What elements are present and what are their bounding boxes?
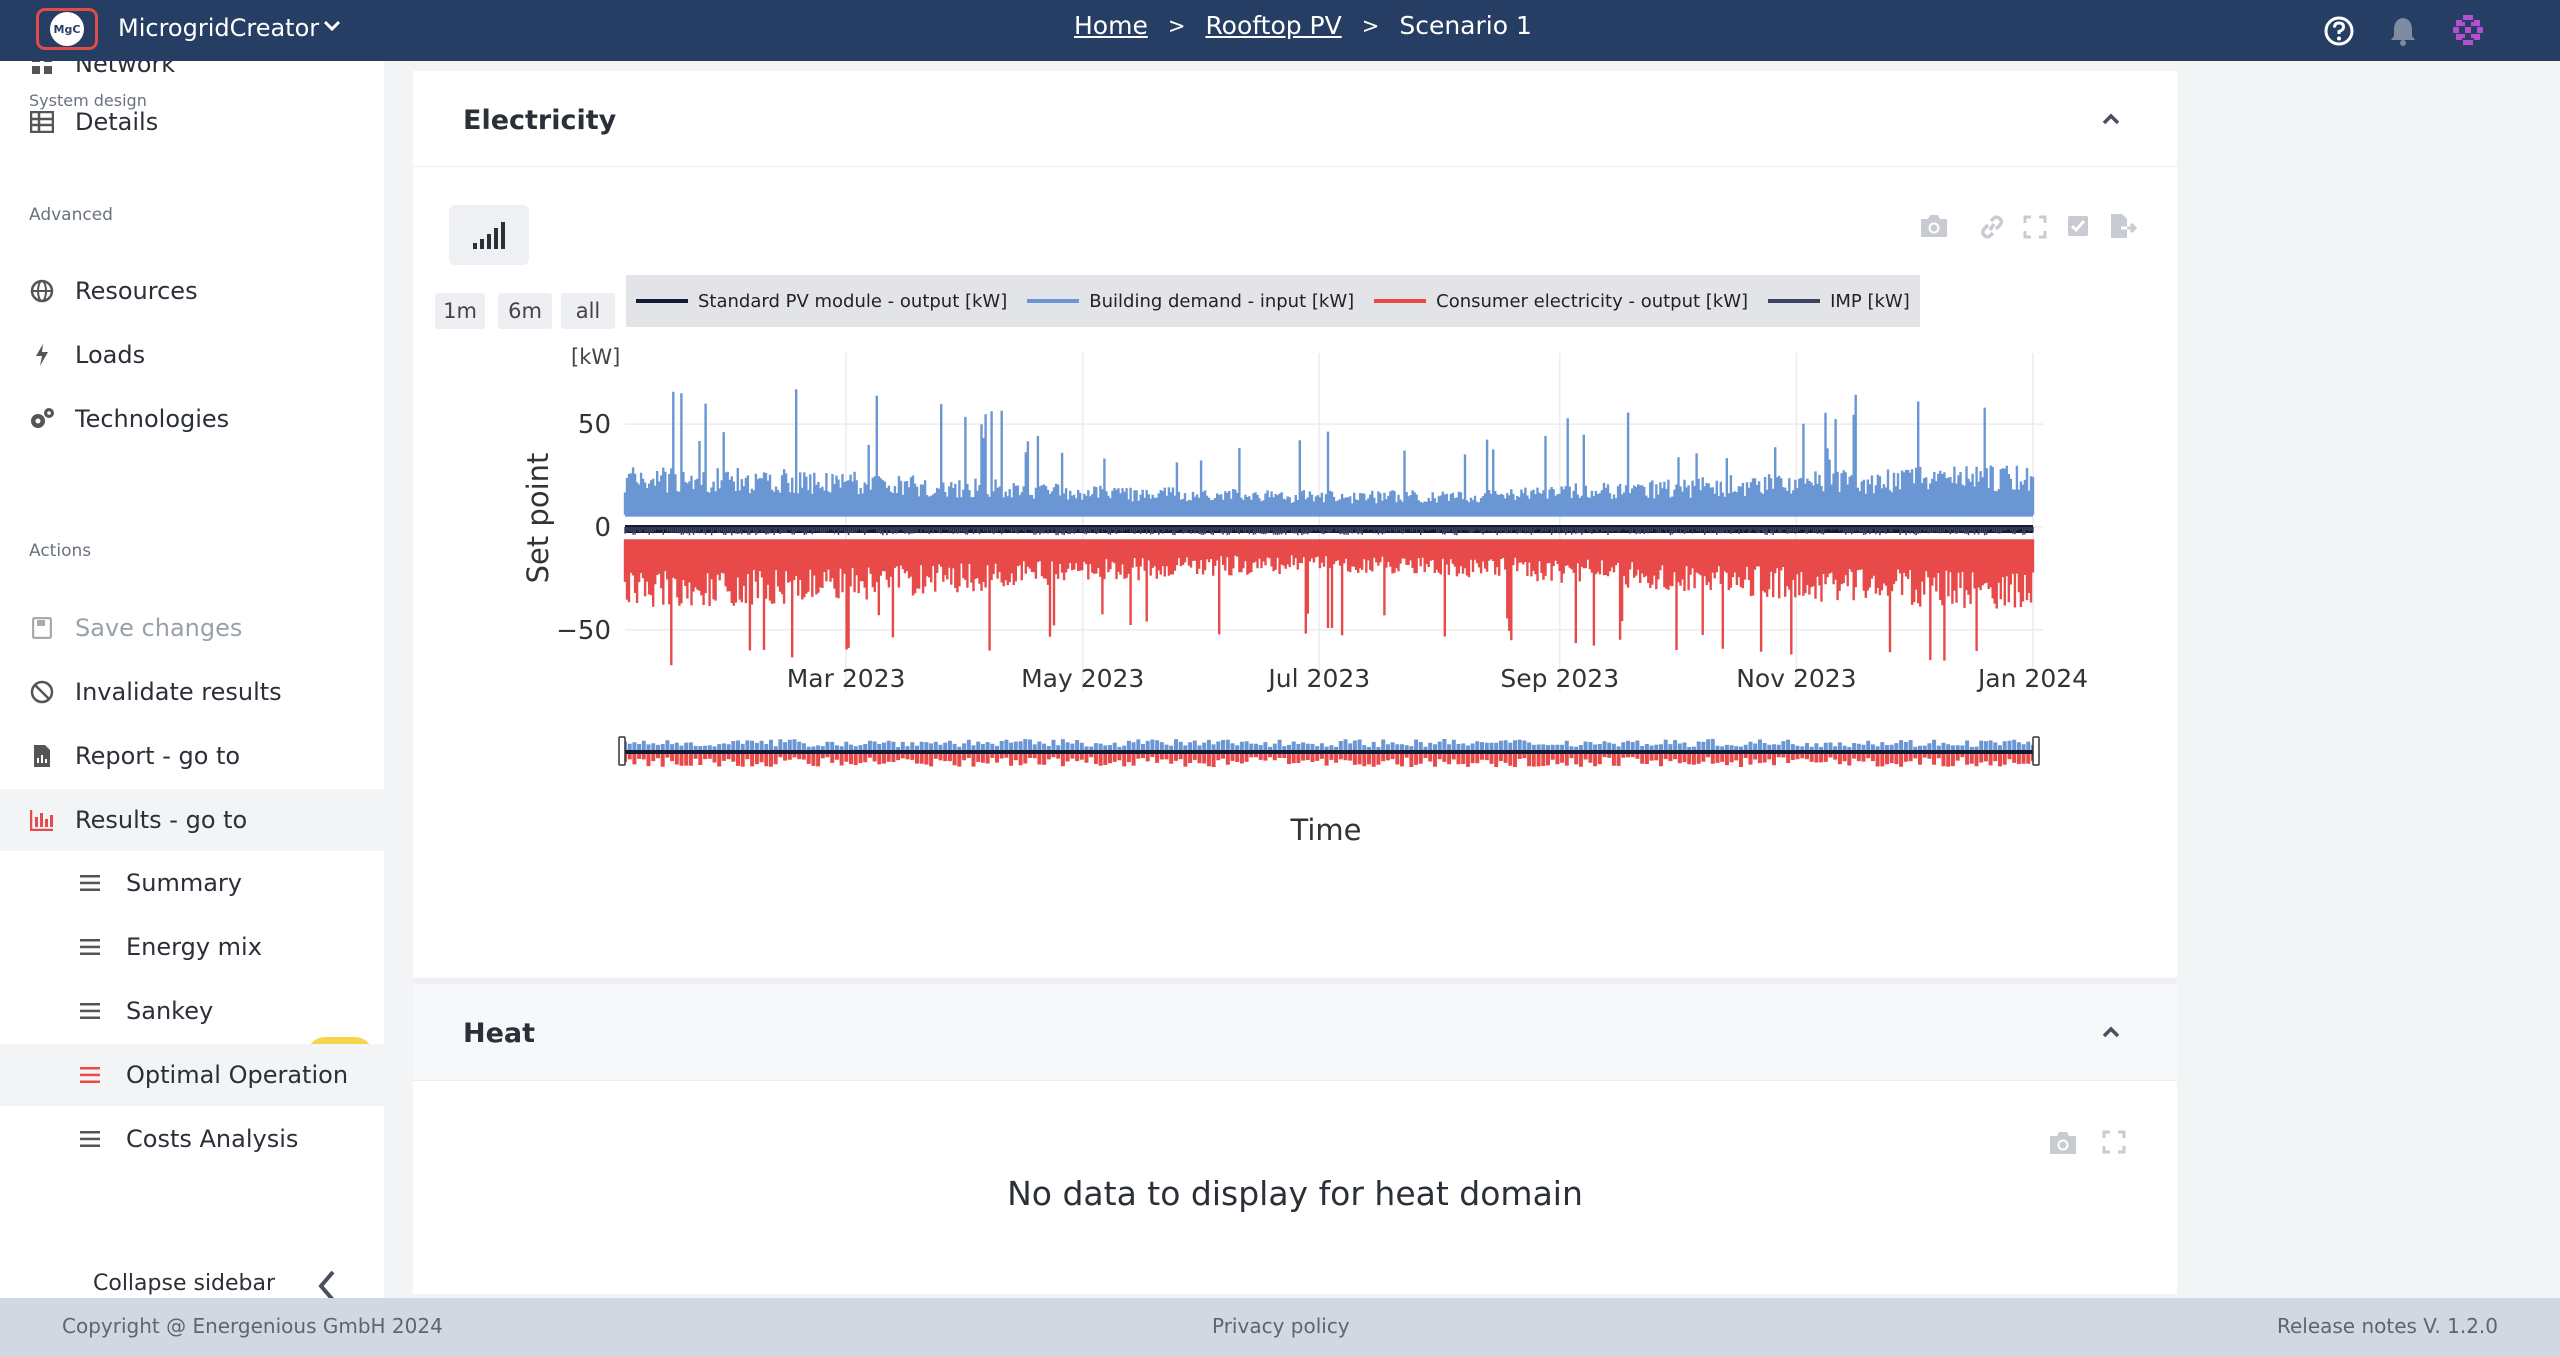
list-icon xyxy=(80,939,104,955)
list-icon xyxy=(80,1067,104,1083)
section-actions: Actions xyxy=(29,541,92,561)
app-name[interactable]: MicrogridCreator xyxy=(118,14,319,42)
sidebar-item-label: Resources xyxy=(75,277,198,305)
sidebar-item-label: Technologies xyxy=(75,405,230,433)
breadcrumb-home[interactable]: Home xyxy=(1074,11,1148,40)
x-tick-label: Jul 2023 xyxy=(1266,664,1370,693)
x-tick-label: Sep 2023 xyxy=(1500,664,1619,693)
network-icon xyxy=(29,61,55,77)
series-line-building-demand xyxy=(623,389,2035,515)
sidebar-item-label: Results - go to xyxy=(75,806,248,834)
chevron-down-icon[interactable] xyxy=(322,16,342,36)
rangeslider-handle-right[interactable] xyxy=(2032,736,2040,766)
bolt-icon xyxy=(29,342,55,368)
y-tick-label: −50 xyxy=(556,616,611,646)
sidebar-item-label: Loads xyxy=(75,341,146,369)
breadcrumb-separator: > xyxy=(1167,13,1186,38)
sidebar-item-label: Details xyxy=(75,108,159,136)
electricity-chart[interactable]: 50 0 −50 Mar 2023 May 2023 Jul 2023 Sep 2023 No… xyxy=(413,71,2177,871)
sidebar-item-network[interactable]: Network xyxy=(0,61,384,95)
logo-text: MgC xyxy=(50,12,84,46)
y-tick-label: 50 xyxy=(578,410,611,440)
sidebar-item-save-changes[interactable]: Save changes xyxy=(0,597,384,659)
sidebar-item-label: Save changes xyxy=(75,614,243,642)
results-sub-label: Optimal Operation xyxy=(126,1061,349,1089)
results-sub-summary[interactable]: Summary xyxy=(0,852,384,914)
section-advanced: Advanced xyxy=(29,205,113,225)
bar-chart-icon xyxy=(29,807,55,833)
list-icon xyxy=(80,1003,104,1019)
breadcrumb-current: Scenario 1 xyxy=(1399,11,1532,40)
save-icon xyxy=(29,615,55,641)
x-tick-label: Mar 2023 xyxy=(787,664,906,693)
heat-header[interactable]: Heat xyxy=(413,984,2177,1081)
rangeslider-series-dark xyxy=(625,750,2033,754)
file-report-icon xyxy=(29,743,55,769)
results-sub-costs-analysis[interactable]: Costs Analysis xyxy=(0,1108,384,1170)
gears-icon xyxy=(29,406,55,432)
results-sub-label: Summary xyxy=(126,869,242,897)
footer-copyright: Copyright @ Energenious GmbH 2024 xyxy=(62,1314,443,1338)
sidebar-item-label: Network xyxy=(75,61,176,78)
breadcrumb-separator: > xyxy=(1361,13,1380,38)
globe-icon xyxy=(29,278,55,304)
bell-icon[interactable] xyxy=(2389,16,2417,46)
list-icon xyxy=(80,875,104,891)
table-icon xyxy=(29,109,55,135)
breadcrumb: Home > Rooftop PV > Scenario 1 xyxy=(1074,11,1532,40)
sidebar-item-resources[interactable]: Resources xyxy=(0,260,384,322)
sidebar: Network System design Details Advanced R… xyxy=(0,61,384,1298)
heat-empty-message: No data to display for heat domain xyxy=(1007,1174,1583,1213)
electricity-card: Electricity 1m 6m all Standard PV module… xyxy=(413,71,2177,977)
results-sub-energy-mix[interactable]: Energy mix xyxy=(0,916,384,978)
x-tick-label: Nov 2023 xyxy=(1736,664,1856,693)
y-axis-title: Set point xyxy=(521,453,555,584)
sidebar-item-label: Invalidate results xyxy=(75,678,282,706)
y-tick-label: 0 xyxy=(594,513,611,543)
series-line-consumer-electricity xyxy=(623,539,2035,666)
sidebar-item-results[interactable]: Results - go to xyxy=(0,789,384,851)
app-logo[interactable]: MgC xyxy=(36,8,98,50)
ban-icon xyxy=(29,679,55,705)
x-axis-title: Time xyxy=(1290,813,1362,847)
camera-icon[interactable] xyxy=(2047,1130,2079,1156)
x-tick-label: May 2023 xyxy=(1021,664,1144,693)
heat-card: Heat No data to display for heat domain xyxy=(413,979,2177,1294)
results-sub-sankey[interactable]: Sankey xyxy=(0,980,384,1042)
list-icon xyxy=(80,1131,104,1147)
sidebar-item-details[interactable]: Details xyxy=(0,91,384,153)
sidebar-item-invalidate-results[interactable]: Invalidate results xyxy=(0,661,384,723)
help-icon[interactable] xyxy=(2322,14,2356,48)
avatar-icon[interactable] xyxy=(2450,12,2486,48)
top-navbar: MgC MicrogridCreator Home > Rooftop PV >… xyxy=(0,0,2560,61)
sidebar-item-label: Report - go to xyxy=(75,742,241,770)
x-tick-label: Jan 2024 xyxy=(1976,664,2088,693)
results-sub-label: Costs Analysis xyxy=(126,1125,299,1153)
results-sub-label: Energy mix xyxy=(126,933,262,961)
sidebar-item-report[interactable]: Report - go to xyxy=(0,725,384,787)
privacy-policy-link[interactable]: Privacy policy xyxy=(1212,1314,1350,1338)
breadcrumb-project[interactable]: Rooftop PV xyxy=(1205,11,1341,40)
release-notes-link[interactable]: Release notes V. 1.2.0 xyxy=(2277,1314,2498,1338)
chevron-left-icon[interactable] xyxy=(316,1269,338,1298)
sidebar-item-loads[interactable]: Loads xyxy=(0,324,384,386)
collapse-sidebar-label[interactable]: Collapse sidebar xyxy=(93,1271,275,1296)
results-sub-label: Sankey xyxy=(126,997,214,1025)
rangeslider-handle-left[interactable] xyxy=(618,736,626,766)
results-sub-optimal-operation[interactable]: Optimal Operation xyxy=(0,1044,384,1106)
y-unit-label: [kW] xyxy=(571,345,620,369)
fullscreen-icon[interactable] xyxy=(2102,1130,2126,1154)
footer: Copyright @ Energenious GmbH 2024 Privac… xyxy=(0,1298,2560,1356)
heat-title: Heat xyxy=(463,1018,536,1049)
sidebar-item-technologies[interactable]: Technologies xyxy=(0,388,384,450)
chevron-up-icon[interactable] xyxy=(2101,1024,2121,1040)
